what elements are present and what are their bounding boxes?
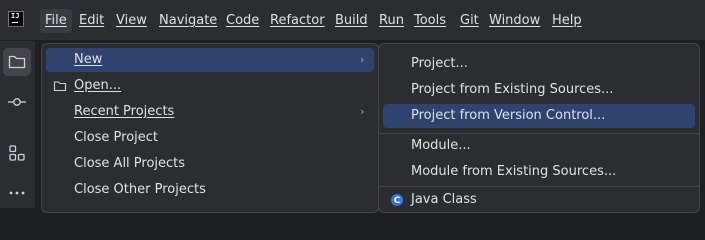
commit-tool-button[interactable] [3,88,31,116]
app-logo-bar [12,22,18,23]
new-submenu-item-label: Module from Existing Sources... [411,164,617,179]
menu-code[interactable]: Code [221,9,264,33]
menu-navigate[interactable]: Navigate [154,9,222,33]
menu-build[interactable]: Build [330,9,373,33]
java-class-icon: C [391,194,403,206]
file-menu-item-label: Close All Projects [74,156,186,171]
new-submenu-item-project[interactable]: Project... [383,52,695,76]
file-menu-item-close-all-projects[interactable]: Close All Projects [46,152,374,176]
new-submenu: Project... Project from Existing Sources… [378,43,700,213]
menu-git[interactable]: Git [455,9,484,33]
menu-tools[interactable]: Tools [409,9,451,33]
chevron-right-icon: › [360,105,365,118]
new-submenu-item-label: Project from Existing Sources... [411,82,614,97]
new-submenu-item-module[interactable]: Module... [383,134,695,158]
new-submenu-item-java-class[interactable]: C Java Class [383,188,695,212]
project-tool-button[interactable] [3,48,31,76]
tool-window-strip [0,41,36,208]
menu-help[interactable]: Help [547,9,587,33]
commit-icon [8,98,26,106]
file-menu-item-recent-projects[interactable]: Recent Projects › [46,100,374,124]
menu-edit[interactable]: Edit [74,9,109,33]
new-submenu-item-project-from-existing-sources[interactable]: Project from Existing Sources... [383,78,695,102]
file-menu-item-open[interactable]: Open... [46,74,374,98]
menu-bar: IJ File Edit View Navigate Code Refactor… [0,0,705,41]
structure-icon [9,145,25,161]
file-menu: New › Open... Recent Projects › Close Pr… [41,43,379,213]
menu-window[interactable]: Window [484,9,545,33]
new-submenu-item-label: Project... [411,56,468,71]
app-logo-icon[interactable]: IJ [8,11,24,27]
file-menu-item-label: Close Other Projects [74,182,206,197]
file-menu-item-label: Close Project [74,130,159,145]
project-folder-icon [8,55,26,69]
folder-icon [53,81,67,92]
app-logo-mark: IJ [11,12,20,20]
file-menu-item-label: New [74,52,103,67]
new-submenu-item-project-from-version-control[interactable]: Project from Version Control... [383,104,695,128]
more-icon [9,191,25,195]
new-submenu-item-module-from-existing-sources[interactable]: Module from Existing Sources... [383,160,695,184]
file-menu-item-close-other-projects[interactable]: Close Other Projects [46,178,374,202]
menu-separator [379,186,699,187]
svg-text:C: C [394,196,401,206]
menu-run[interactable]: Run [374,9,409,33]
chevron-right-icon: › [360,53,365,66]
new-submenu-item-label: Java Class [411,192,477,207]
new-submenu-item-label: Project from Version Control... [411,108,606,123]
file-menu-item-close-project[interactable]: Close Project [46,126,374,150]
menu-file[interactable]: File [40,9,72,33]
file-menu-item-label: Open... [74,78,122,93]
menu-refactor[interactable]: Refactor [265,9,330,33]
file-menu-item-label: Recent Projects [74,104,175,119]
file-menu-item-new[interactable]: New › [46,48,374,72]
more-tool-button[interactable] [3,177,31,205]
structure-tool-button[interactable] [3,139,31,167]
new-submenu-item-label: Module... [411,138,471,153]
menu-view[interactable]: View [111,9,152,33]
